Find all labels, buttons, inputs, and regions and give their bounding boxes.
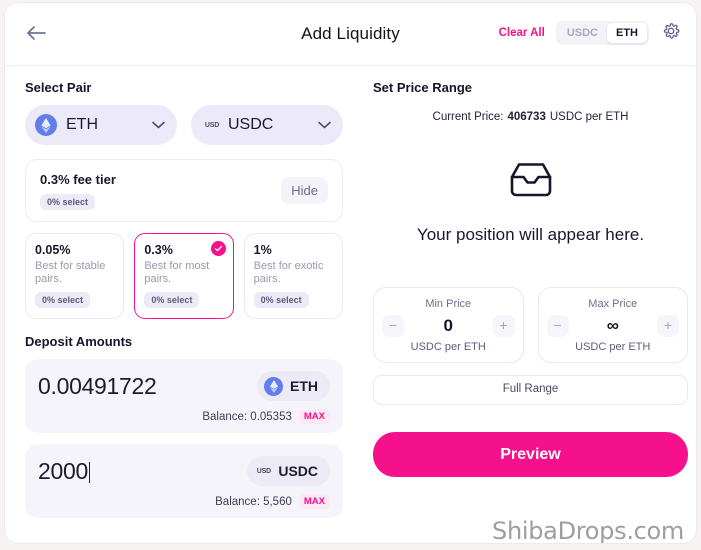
select-pair-label: Select Pair — [25, 80, 92, 95]
deposit-balance-row-eth: Balance: 0.05353 MAX — [38, 409, 330, 424]
min-price-unit: USDC per ETH — [410, 341, 486, 353]
deposit-field-eth[interactable]: 0.00491722 ETH Balance: 0.05353 MAX — [25, 359, 343, 433]
set-price-range-label: Set Price Range — [373, 80, 472, 95]
check-icon — [210, 241, 226, 256]
min-price-value[interactable]: 0 — [404, 316, 493, 336]
min-price-control: − 0 + — [382, 315, 515, 337]
chevron-down-icon — [152, 119, 165, 131]
fee-tier-desc: Best for exotic pairs. — [253, 260, 324, 285]
fee-tier-summary-badge: 0% select — [40, 193, 96, 210]
fee-tier-summary-text: 0.3% fee tier 0% select — [40, 172, 281, 210]
fee-tier-option-1[interactable]: 1% Best for exotic pairs. 0% select — [243, 233, 343, 319]
max-button-usdc[interactable]: MAX — [298, 494, 330, 509]
current-price: Current Price: 406733 USDC per ETH — [373, 111, 688, 123]
toggle-option-eth[interactable]: ETH — [607, 23, 647, 43]
deposit-token-chip-usdc[interactable]: USD USDC — [247, 456, 330, 486]
max-price-label: Max Price — [588, 298, 638, 310]
fee-tier-desc: Best for stable pairs. — [35, 260, 106, 285]
deposit-token-symbol-eth: ETH — [290, 378, 318, 394]
max-price-control: − ∞ + — [546, 315, 679, 337]
deposit-amount-usdc-wrap[interactable]: 2000 — [38, 458, 247, 485]
current-price-value: 406733 — [507, 111, 546, 123]
empty-position-text: Your position will appear here. — [416, 225, 645, 244]
settings-button[interactable] — [660, 22, 682, 44]
body: Select Pair ETH USD USDC 0.3% fee tier 0… — [5, 66, 696, 543]
rate-direction-toggle[interactable]: USDC ETH — [555, 21, 649, 45]
header-actions: Clear All USDC ETH — [499, 21, 682, 45]
price-range-inputs: Min Price − 0 + USDC per ETH Max Price −… — [373, 287, 688, 363]
full-range-button[interactable]: Full Range — [373, 375, 688, 405]
header: Add Liquidity Clear All USDC ETH — [5, 3, 696, 66]
min-price-increment-button[interactable]: + — [492, 315, 515, 337]
deposit-amount-eth[interactable]: 0.00491722 — [38, 373, 257, 400]
usd-coin-icon: USD — [204, 121, 220, 129]
token-select-eth-label: ETH — [66, 116, 98, 133]
max-button-eth[interactable]: MAX — [298, 409, 330, 424]
min-price-label: Min Price — [425, 298, 472, 310]
deposit-balance-eth: Balance: 0.05353 — [202, 410, 292, 423]
fee-tier-option-005[interactable]: 0.05% Best for stable pairs. 0% select — [25, 233, 125, 319]
deposit-amounts-label: Deposit Amounts — [25, 334, 133, 349]
max-price-box: Max Price − ∞ + USDC per ETH — [537, 287, 688, 363]
left-column: Select Pair ETH USD USDC 0.3% fee tier 0… — [25, 80, 343, 529]
deposit-field-usdc[interactable]: 2000 USD USDC Balance: 5,560 MAX — [25, 444, 343, 518]
empty-position-state: Your position will appear here. — [373, 160, 688, 245]
add-liquidity-card: Add Liquidity Clear All USDC ETH Select … — [4, 2, 697, 544]
current-price-label: Current Price: — [432, 111, 504, 123]
min-price-decrement-button[interactable]: − — [382, 315, 404, 337]
current-price-unit: USDC per ETH — [549, 111, 629, 123]
preview-button[interactable]: Preview — [373, 432, 688, 477]
token-select-usdc[interactable]: USD USDC — [191, 105, 343, 145]
fee-tier-summary: 0.3% fee tier 0% select Hide — [25, 159, 343, 222]
token-pair-row: ETH USD USDC — [25, 105, 343, 145]
fee-tier-option-03[interactable]: 0.3% Best for most pairs. 0% select — [134, 233, 234, 319]
usd-coin-icon: USD — [256, 467, 271, 475]
watermark: ShibaDrops.com — [492, 517, 684, 544]
hide-fee-tiers-button[interactable]: Hide — [281, 177, 328, 204]
fee-tier-badge: 0% select — [144, 292, 200, 308]
deposit-field-usdc-row: 2000 USD USDC — [38, 456, 330, 486]
max-price-value[interactable]: ∞ — [569, 316, 658, 336]
fee-tier-options: 0.05% Best for stable pairs. 0% select 0… — [25, 233, 343, 319]
fee-tier-summary-title: 0.3% fee tier — [40, 171, 116, 187]
max-price-decrement-button[interactable]: − — [546, 315, 569, 337]
ethereum-icon — [264, 376, 283, 396]
fee-tier-pct: 0.05% — [35, 243, 71, 257]
max-price-unit: USDC per ETH — [575, 341, 651, 353]
text-caret — [88, 461, 90, 483]
fee-tier-pct: 1% — [253, 243, 272, 257]
deposit-amount-usdc[interactable]: 2000 — [38, 458, 88, 484]
toggle-option-usdc[interactable]: USDC — [558, 23, 607, 43]
deposit-balance-row-usdc: Balance: 5,560 MAX — [38, 494, 330, 509]
inbox-icon — [508, 163, 554, 204]
fee-tier-badge: 0% select — [253, 292, 309, 308]
deposit-token-symbol-usdc: USDC — [278, 463, 318, 479]
chevron-down-icon — [318, 119, 331, 131]
ethereum-icon — [35, 114, 57, 136]
right-column: Set Price Range Current Price: 406733 USDC… — [373, 80, 688, 477]
fee-tier-badge: 0% select — [35, 292, 91, 308]
deposit-token-chip-eth[interactable]: ETH — [257, 371, 330, 401]
max-price-increment-button[interactable]: + — [657, 315, 679, 337]
token-select-usdc-label: USDC — [228, 116, 274, 133]
min-price-box: Min Price − 0 + USDC per ETH — [373, 287, 524, 363]
deposit-field-eth-row: 0.00491722 ETH — [38, 371, 330, 401]
clear-all-button[interactable]: Clear All — [499, 27, 545, 39]
gear-icon — [662, 22, 680, 45]
token-select-eth[interactable]: ETH — [25, 105, 177, 145]
fee-tier-desc: Best for most pairs. — [144, 260, 210, 285]
deposit-balance-usdc: Balance: 5,560 — [215, 495, 292, 508]
